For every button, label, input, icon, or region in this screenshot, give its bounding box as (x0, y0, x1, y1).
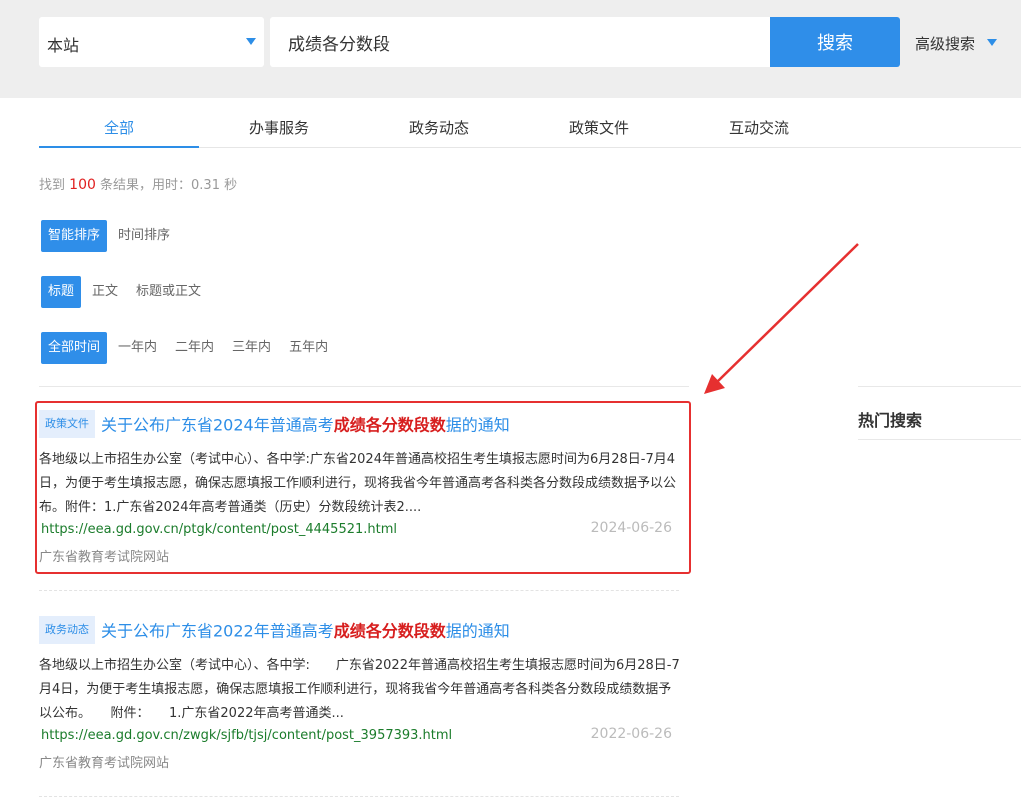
annotation-arrow-icon (704, 243, 859, 394)
